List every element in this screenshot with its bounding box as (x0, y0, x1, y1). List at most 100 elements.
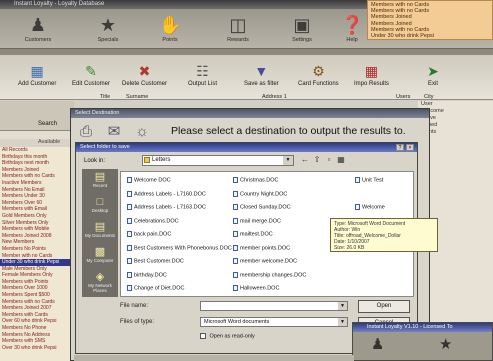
place-desktop[interactable]: □ Desktop (82, 194, 118, 219)
chevron-down-icon[interactable]: ▼ (338, 302, 347, 310)
filter-list-item[interactable]: Members Joined (0, 167, 74, 174)
filter-list-item[interactable]: Members No Points (0, 246, 74, 253)
file-item[interactable]: Best Customers With Phonebonus.DOC (127, 244, 232, 252)
top-help-button[interactable]: ❓ Help (332, 11, 372, 47)
help-icon[interactable]: ? (396, 144, 404, 151)
file-item[interactable]: mail merge.DOC (233, 217, 281, 225)
filter-list-item[interactable]: Members with Points (0, 279, 74, 286)
filter-list-item[interactable]: Members Joined 2007 (0, 305, 74, 312)
note-line[interactable]: Under 30 who drink Pepsi (371, 33, 489, 39)
file-type-select[interactable]: Microsoft Word documents ▼ (200, 317, 348, 327)
file-item[interactable]: birthday.DOC (127, 271, 167, 279)
filter-list-item[interactable]: Members with Email (0, 206, 74, 213)
output-list-icon: ☷ (196, 63, 209, 79)
back-icon[interactable]: ← (300, 155, 310, 165)
file-item[interactable]: Celebrations.DOC (127, 217, 179, 225)
file-item[interactable]: Welcome DOC (127, 177, 171, 184)
destination-dialog-title: Select Destination (71, 109, 429, 118)
file-item[interactable]: member welcome.DOC (233, 258, 297, 265)
file-item[interactable]: mailtest.DOC (233, 231, 273, 238)
top-customers-button[interactable]: ♟ Customers (18, 11, 58, 47)
read-only-checkbox[interactable]: Open as read-only (200, 333, 255, 339)
file-item[interactable]: Best Customer.DOC (127, 258, 184, 265)
file-item[interactable]: Welcome (355, 204, 385, 211)
filter-list-item[interactable]: Birthdays this month (0, 154, 74, 161)
import-results-button[interactable]: ▦ Impo Results (354, 63, 389, 99)
new-folder-icon[interactable]: ▫ (324, 155, 334, 165)
add-customer-button[interactable]: ▦ Add Customer (18, 63, 56, 99)
save-filter-icon: ▼ (254, 63, 269, 79)
star-icon[interactable]: ★ (439, 335, 452, 353)
look-in-select[interactable]: Letters ▼ (142, 155, 294, 166)
file-item[interactable]: Country Night.DOC (233, 190, 287, 198)
file-item[interactable]: Halloween.DOC (233, 285, 279, 292)
filter-list-item[interactable]: New Members (0, 239, 74, 246)
chevron-down-icon[interactable]: ▼ (283, 156, 293, 165)
file-item[interactable]: Address Labels - L7160.DOC (127, 190, 206, 198)
open-button[interactable]: Open (358, 300, 410, 313)
filter-list-item[interactable]: Members with no Cards (0, 299, 74, 306)
file-item[interactable]: membership changes.DOC (233, 271, 306, 279)
filter-list-item[interactable]: Members Spent $500 (0, 292, 74, 299)
filter-list-item[interactable]: Members No Address (0, 332, 74, 339)
filter-list-item[interactable]: Members Under 30 (0, 193, 74, 200)
chevron-down-icon[interactable]: ▼ (338, 318, 347, 326)
place-my-documents[interactable]: ▤ My Documents (82, 219, 118, 244)
instant-loyalty-title: Instant Loyalty V1.10 - Licensed To (353, 323, 492, 332)
file-name-input[interactable]: ▼ (200, 301, 348, 311)
globe-icon[interactable]: ☼ (133, 123, 151, 141)
place-network[interactable]: ◈ My Network Places (82, 269, 118, 294)
filter-list[interactable]: All Records Birthdays this month Birthdays… (0, 147, 74, 361)
file-item[interactable]: back pain.DOC (127, 231, 171, 238)
printer-icon[interactable]: ⎙ (77, 123, 95, 141)
file-item[interactable]: member points.DOC (233, 244, 290, 252)
filter-list-item[interactable]: Members with no Cards (0, 173, 74, 180)
file-item[interactable]: Address Labels - L7163.DOC (127, 204, 206, 211)
word-document-icon (355, 204, 360, 210)
view-menu-icon[interactable]: ▦ (336, 155, 346, 165)
place-recent[interactable]: ▤ Recent (82, 169, 118, 194)
place-my-computer[interactable]: ▩ My Computer (82, 244, 118, 269)
up-folder-icon[interactable]: ⇧ (312, 155, 322, 165)
filter-list-item[interactable]: Gold Members Only (0, 213, 74, 220)
destination-header: ⎙ ✉ ☼ Please select a destination to out… (71, 118, 429, 144)
output-list-button[interactable]: ☷ Output List (188, 63, 217, 99)
filter-list-item[interactable]: Under 30 who drink Pepsi (0, 259, 74, 266)
people-icon[interactable]: ♟ (371, 335, 384, 353)
card-functions-button[interactable]: ⚙ Card Functions (298, 63, 339, 99)
column-address-label: Address 1 (262, 94, 287, 100)
star-icon: ★ (99, 15, 117, 35)
filter-list-item[interactable]: All Records (0, 147, 74, 154)
word-document-icon (127, 285, 132, 291)
envelope-icon[interactable]: ✉ (105, 123, 123, 141)
top-points-button[interactable]: ✋ Points (150, 11, 190, 47)
filter-list-item[interactable]: Over 60 who drink Pepsi (0, 318, 74, 325)
filter-list-item[interactable]: Members No Email (0, 187, 74, 194)
word-document-icon (233, 190, 238, 197)
close-icon[interactable]: × (406, 144, 414, 151)
file-item[interactable]: Unit Test (355, 177, 383, 184)
top-rewards-button[interactable]: ◫ Rewards (218, 11, 258, 47)
filter-list-item[interactable]: Inactive Members (0, 180, 74, 187)
filter-list-item[interactable]: Members with SMS (0, 338, 74, 345)
checkbox-box[interactable] (200, 333, 206, 339)
filter-list-item[interactable]: Members Joined 2008 (0, 233, 74, 240)
filter-list-item[interactable]: Member with no Cards (0, 253, 74, 260)
file-item[interactable]: Change of Diet.DOC (127, 285, 184, 292)
filter-list-item[interactable]: Members No Phone (0, 325, 74, 332)
file-item[interactable]: Closed Sunday.DOC (233, 204, 291, 211)
filter-list-item[interactable]: Members with Cards (0, 312, 74, 319)
filter-list-item[interactable]: Members Over 60 (0, 200, 74, 207)
filter-list-item[interactable]: Members Over 1000 (0, 285, 74, 292)
filter-list-item[interactable]: Birthdays next month (0, 160, 74, 167)
horizontal-scrollbar[interactable] (74, 355, 354, 361)
top-settings-button[interactable]: ▣ Settings (282, 11, 322, 47)
edit-customer-icon: ✎ (85, 63, 97, 79)
filter-list-item[interactable]: Silver Members Only (0, 220, 74, 227)
filter-list-item[interactable]: Male Members Only (0, 266, 74, 273)
filter-list-item[interactable]: Members with Mobile (0, 226, 74, 233)
filter-list-item[interactable]: Over 30 who drink Pepsi (0, 345, 74, 352)
file-item[interactable]: Christmas.DOC (233, 177, 279, 184)
filter-list-item[interactable]: Female Members Only (0, 272, 74, 279)
top-specials-button[interactable]: ★ Specials (88, 11, 128, 47)
